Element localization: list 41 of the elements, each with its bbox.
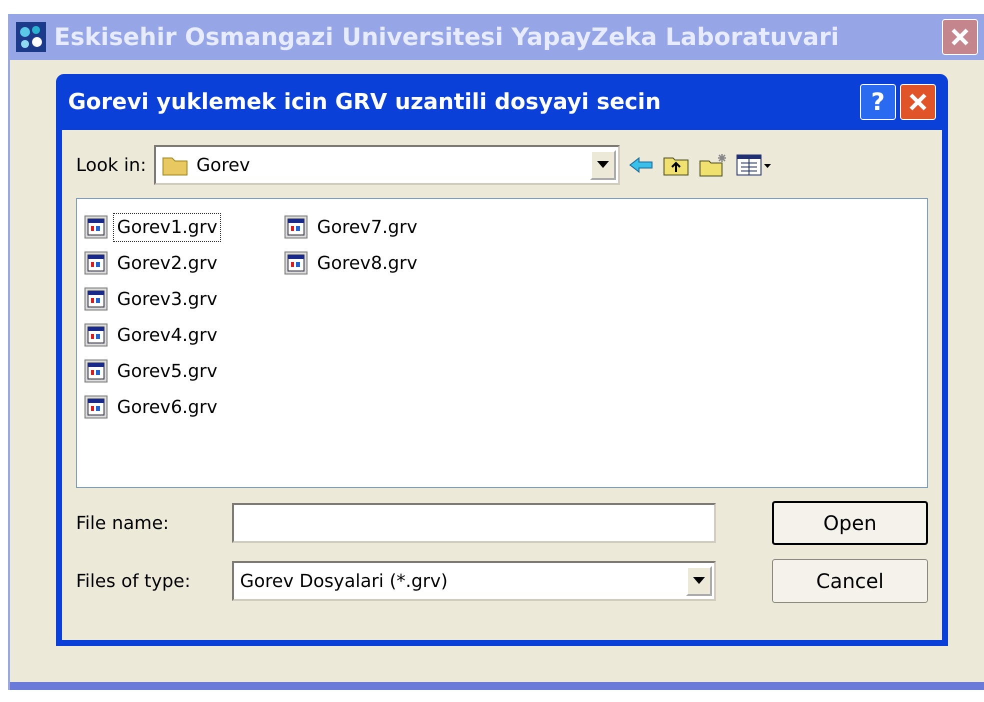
file-name-field[interactable]	[232, 503, 716, 543]
window-title: Eskisehir Osmangazi Universitesi YapayZeka Laboratuvari	[54, 22, 840, 53]
cancel-button[interactable]: Cancel	[772, 559, 928, 603]
back-icon[interactable]	[628, 155, 654, 175]
file-icon	[283, 250, 309, 276]
look-in-dropdown[interactable]: Gorev	[154, 145, 620, 185]
look-in-label: Look in:	[76, 154, 146, 178]
file-item[interactable]: Gorev8.grv	[283, 245, 483, 281]
file-icon	[83, 214, 109, 240]
dropdown-button[interactable]	[590, 150, 616, 180]
close-icon	[907, 91, 929, 113]
file-item[interactable]: Gorev2.grv	[83, 245, 283, 281]
view-menu-icon[interactable]	[736, 153, 772, 177]
file-item[interactable]: Gorev7.grv	[283, 209, 483, 245]
close-button[interactable]	[900, 84, 936, 120]
open-button[interactable]: Open	[772, 501, 928, 545]
file-icon	[83, 286, 109, 312]
new-folder-icon[interactable]	[698, 152, 728, 178]
caret-icon	[597, 161, 610, 169]
file-item[interactable]: Gorev3.grv	[83, 281, 283, 317]
file-type-label: Files of type:	[76, 570, 192, 594]
file-item[interactable]: Gorev1.grv	[83, 209, 283, 245]
app-logo-icon	[16, 22, 46, 52]
close-button[interactable]	[942, 19, 978, 55]
file-item[interactable]: Gorev5.grv	[83, 353, 283, 389]
look-in-value: Gorev	[196, 154, 250, 178]
file-type-dropdown[interactable]: Gorev Dosyalari (*.grv)	[232, 561, 716, 601]
file-item[interactable]: Gorev4.grv	[83, 317, 283, 353]
file-type-value: Gorev Dosyalari (*.grv)	[240, 570, 448, 594]
dropdown-button[interactable]	[686, 566, 712, 596]
file-icon	[83, 322, 109, 348]
file-icon	[83, 394, 109, 420]
help-button[interactable]: ?	[860, 84, 896, 120]
dialog-title: Gorevi yuklemek icin GRV uzantili dosyayi secin	[68, 88, 661, 116]
file-icon	[83, 358, 109, 384]
close-icon	[949, 26, 971, 48]
file-icon	[83, 250, 109, 276]
file-item[interactable]: Gorev6.grv	[83, 389, 283, 425]
caret-icon	[693, 577, 705, 585]
file-icon	[283, 214, 309, 240]
file-name-label: File name:	[76, 512, 170, 536]
